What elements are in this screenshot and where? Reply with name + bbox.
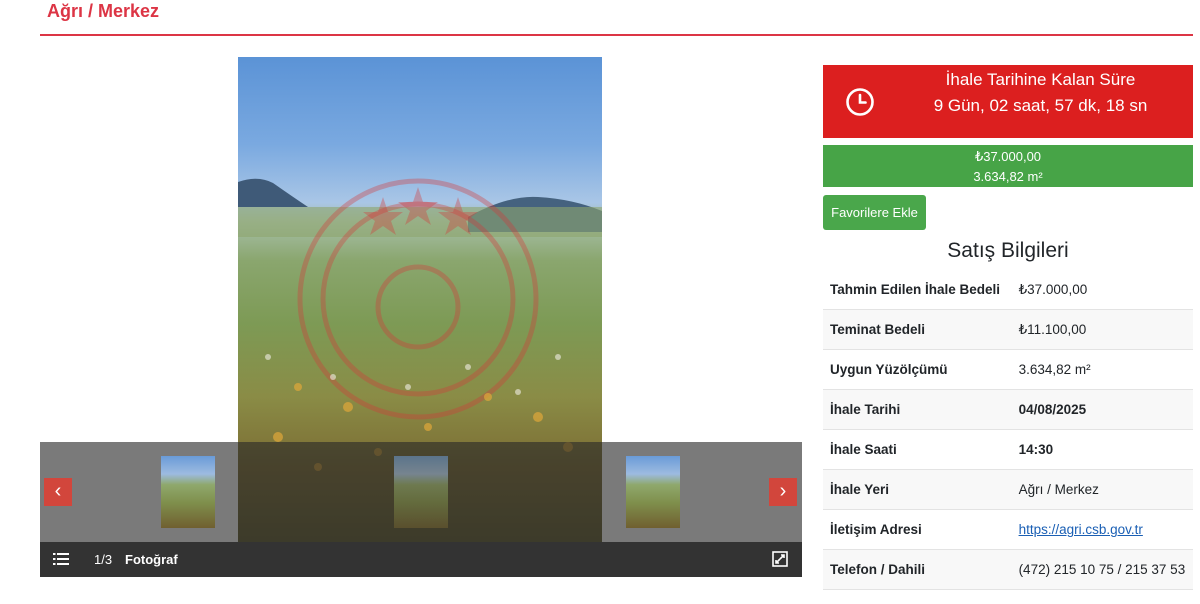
fullscreen-icon[interactable] xyxy=(772,551,788,567)
thumbnail-1[interactable] xyxy=(161,456,215,528)
info-key: İhale Saati xyxy=(823,429,1012,470)
info-value: 04/08/2025 xyxy=(1011,389,1193,430)
section-title: Satış Bilgileri xyxy=(947,239,1069,262)
info-value: Ağrı / Merkez xyxy=(1011,469,1193,510)
thumbnail-2[interactable] xyxy=(394,456,448,528)
thumbnail-3[interactable] xyxy=(626,456,680,528)
price-box: ₺37.000,00 3.634,82 m² xyxy=(823,145,1193,187)
table-row: Tahmin Edilen İhale Bedeli ₺37.000,00 xyxy=(823,270,1193,310)
next-photo-button[interactable]: › xyxy=(769,478,797,506)
info-key: Tahmin Edilen İhale Bedeli xyxy=(823,270,1012,310)
info-key: İhale Tarihi xyxy=(823,389,1012,430)
countdown-box: İhale Tarihine Kalan Süre 9 Gün, 02 saat… xyxy=(823,65,1193,138)
info-value: 14:30 xyxy=(1011,429,1193,470)
info-key: Uygun Yüzölçümü xyxy=(823,349,1012,390)
list-icon[interactable] xyxy=(53,552,69,566)
info-value: 3.634,82 m² xyxy=(1011,349,1193,390)
clock-icon xyxy=(846,88,874,116)
gallery-toolbar: 1/3 Fotoğraf xyxy=(40,542,802,577)
info-value: ₺11.100,00 xyxy=(1011,309,1193,350)
countdown-value: 9 Gün, 02 saat, 57 dk, 18 sn xyxy=(933,96,1148,115)
countdown-title: İhale Tarihine Kalan Süre xyxy=(945,70,1136,89)
price-area: 3.634,82 m² xyxy=(973,169,1043,184)
page-title: Ağrı / Merkez xyxy=(47,1,160,21)
contact-address-link[interactable]: https://agri.csb.gov.tr xyxy=(1019,522,1143,537)
table-row: İletişim Adresi https://agri.csb.gov.tr xyxy=(823,509,1193,550)
prev-photo-button[interactable]: ‹ xyxy=(44,478,72,506)
photo-counter: 1/3 xyxy=(94,552,113,567)
info-key: Teminat Bedeli xyxy=(823,309,1012,350)
photo-label: Fotoğraf xyxy=(125,552,178,567)
info-key: İhale Yeri xyxy=(823,469,1012,510)
table-row: İhale Yeri Ağrı / Merkez xyxy=(823,469,1193,510)
table-row: Uygun Yüzölçümü 3.634,82 m² xyxy=(823,349,1193,390)
thumbnail-strip xyxy=(40,442,802,542)
info-key: İletişim Adresi xyxy=(823,509,1012,550)
info-key: Telefon / Dahili xyxy=(823,549,1012,590)
photo-gallery: ‹ › 1/3 Fotoğraf xyxy=(40,57,802,577)
sale-info-table: Tahmin Edilen İhale Bedeli ₺37.000,00 Te… xyxy=(823,270,1193,590)
info-value: ₺37.000,00 xyxy=(1011,270,1193,310)
table-row: Telefon / Dahili (472) 215 10 75 / 215 3… xyxy=(823,549,1193,590)
add-favorite-button[interactable]: Favorilere Ekle xyxy=(823,195,926,230)
title-divider xyxy=(40,34,1193,36)
table-row: İhale Tarihi 04/08/2025 xyxy=(823,389,1193,430)
table-row: İhale Saati 14:30 xyxy=(823,429,1193,470)
price-amount: ₺37.000,00 xyxy=(974,149,1042,164)
info-value: (472) 215 10 75 / 215 37 53 xyxy=(1011,549,1193,590)
table-row: Teminat Bedeli ₺11.100,00 xyxy=(823,309,1193,350)
